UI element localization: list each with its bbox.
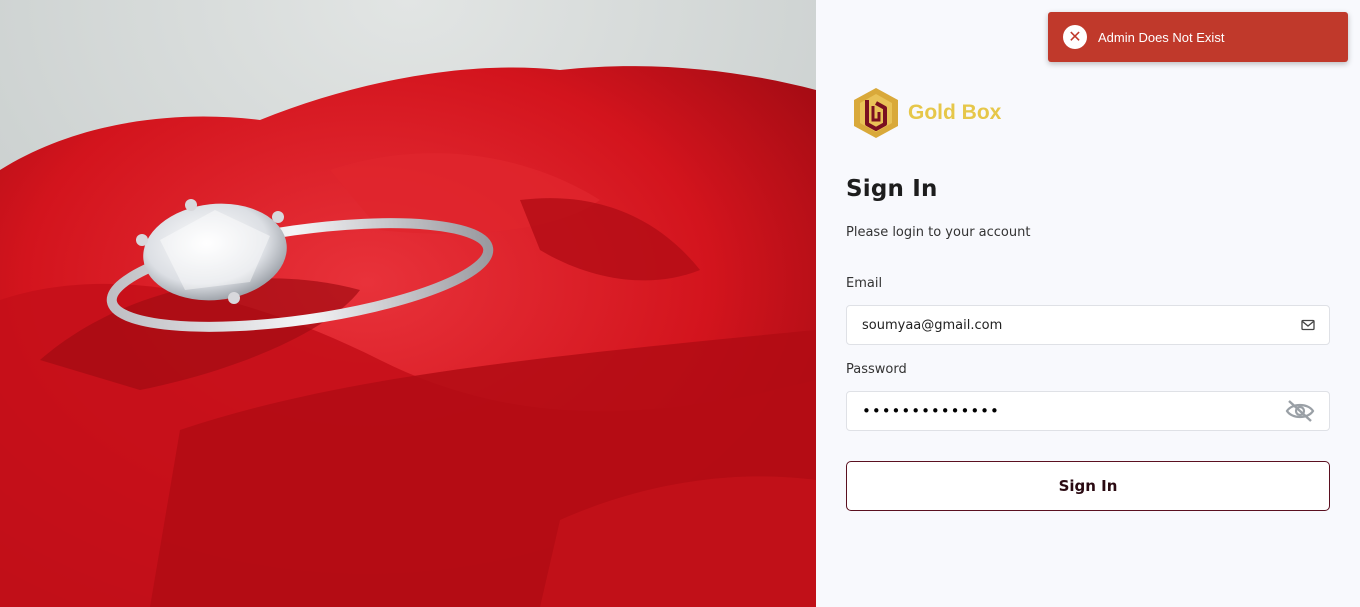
login-panel: Gold Box Sign In Please login to your ac… [816, 0, 1360, 607]
password-input[interactable] [862, 392, 1262, 430]
password-label: Password [846, 362, 907, 377]
error-toast[interactable]: ✕ Admin Does Not Exist [1048, 12, 1348, 62]
email-field[interactable] [846, 305, 1330, 345]
brand-logo: Gold Box [852, 86, 1001, 140]
close-circle-icon[interactable]: ✕ [1063, 25, 1087, 49]
email-input[interactable] [862, 306, 1262, 344]
sign-in-button[interactable]: Sign In [846, 461, 1330, 511]
hero-image [0, 0, 816, 607]
toast-message: Admin Does Not Exist [1098, 29, 1225, 45]
page-title: Sign In [846, 176, 938, 202]
eye-off-icon[interactable] [1285, 399, 1315, 423]
mail-icon [1301, 319, 1315, 331]
brand-name: Gold Box [908, 101, 1002, 124]
email-label: Email [846, 276, 883, 291]
gold-box-logo-icon [854, 88, 898, 138]
page-subtitle: Please login to your account [846, 225, 1031, 240]
ring-rose-illustration [0, 0, 816, 607]
password-field[interactable] [846, 391, 1330, 431]
